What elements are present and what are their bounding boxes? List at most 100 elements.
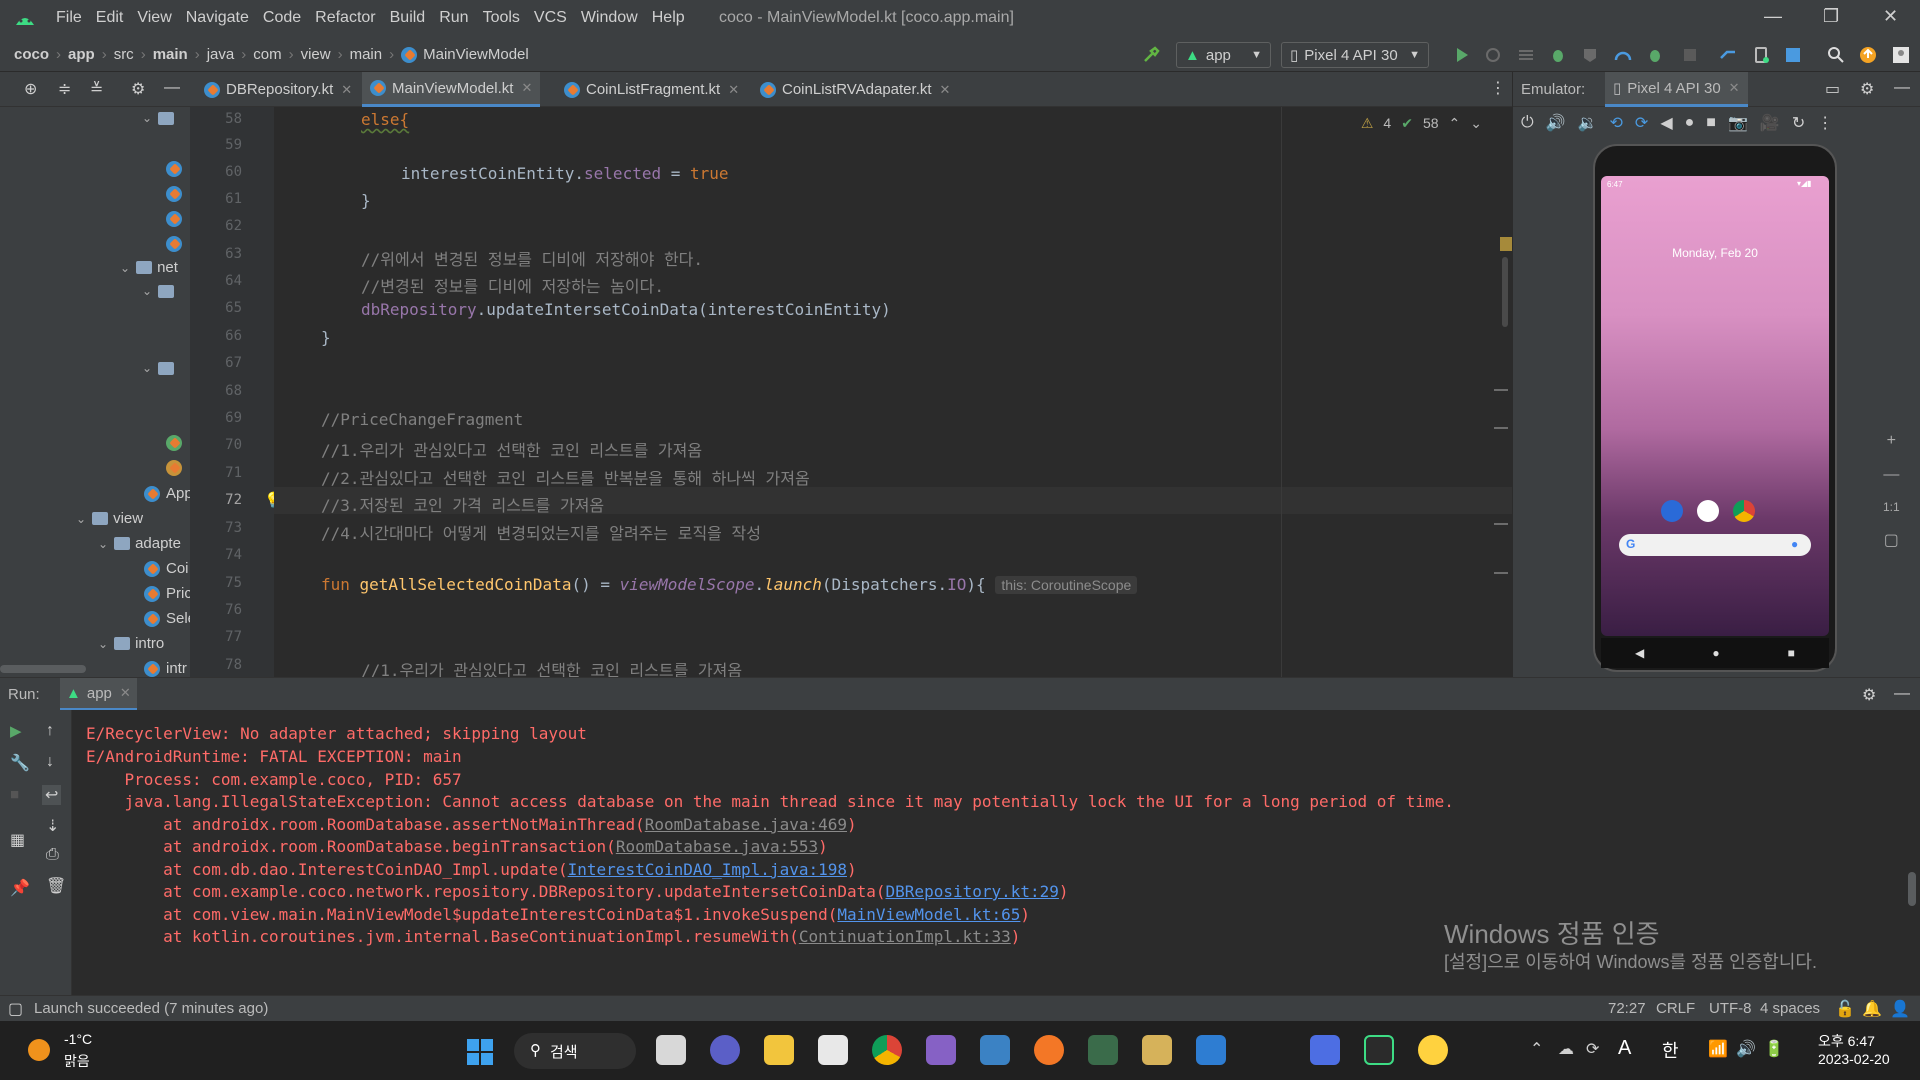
close-window-button[interactable]: ✕ <box>1883 6 1898 27</box>
search-icon[interactable] <box>1827 46 1845 64</box>
menu-edit[interactable]: Edit <box>96 9 124 27</box>
rerun-icon[interactable]: ▶ <box>10 722 22 740</box>
window-mode-icon[interactable]: ▭ <box>1825 79 1840 99</box>
weather-sun-icon[interactable] <box>28 1039 50 1061</box>
menu-vcs[interactable]: VCS <box>534 9 567 27</box>
chrome-app-icon[interactable] <box>1733 500 1755 522</box>
maximize-button[interactable]: ❐ <box>1823 6 1839 27</box>
apply-code-changes-icon[interactable] <box>1517 46 1535 64</box>
indent-setting[interactable]: 4 spaces <box>1760 1000 1820 1017</box>
rotate-left-icon[interactable]: ⟲ <box>1610 113 1623 133</box>
google-search-bar[interactable]: G ● <box>1619 534 1811 556</box>
breadcrumb-java[interactable]: java <box>207 46 235 63</box>
down-arrow-icon[interactable]: ↓ <box>46 753 54 771</box>
collapse-all-icon[interactable]: ≚ <box>90 79 103 99</box>
messages-app-icon[interactable] <box>1661 500 1683 522</box>
clock-time[interactable]: 오후 6:47 <box>1818 1031 1875 1051</box>
stop-icon[interactable]: ■ <box>10 786 19 803</box>
file-explorer-icon[interactable] <box>764 1035 794 1065</box>
close-icon[interactable]: ✕ <box>728 82 739 98</box>
breadcrumb-coco[interactable]: coco <box>14 46 49 63</box>
soft-wrap-icon[interactable]: ↩ <box>42 785 62 805</box>
layout-icon[interactable]: ▦ <box>10 830 25 850</box>
taskbar-search[interactable]: ⚲ 검색 <box>514 1033 636 1069</box>
snipping-tool-icon[interactable] <box>1088 1035 1118 1065</box>
device-screen[interactable]: 6:47 ▾◢▮ Monday, Feb 20 G ● <box>1601 176 1829 636</box>
file-encoding[interactable]: UTF-8 <box>1709 1000 1752 1017</box>
overview-icon[interactable]: ■ <box>1706 114 1716 132</box>
tree-folder-adapter[interactable]: ⌄ adapte <box>98 535 181 552</box>
horizontal-scrollbar[interactable] <box>0 665 86 673</box>
sync-gradle-icon[interactable] <box>1719 46 1737 64</box>
play-store-icon[interactable] <box>1697 500 1719 522</box>
tree-file-coi[interactable]: Coi <box>144 560 189 577</box>
breadcrumb-view[interactable]: view <box>301 46 331 63</box>
tree-folder-view[interactable]: ⌄ view <box>76 510 143 527</box>
notepad-icon[interactable] <box>980 1035 1010 1065</box>
line-separator[interactable]: CRLF <box>1656 1000 1695 1017</box>
build-hammer-icon[interactable] <box>1142 46 1160 64</box>
tab-coinlistrvadapater[interactable]: CoinListRVAdapater.kt ✕ <box>752 72 958 107</box>
tree-node[interactable]: ⌄ <box>142 111 179 125</box>
menu-run[interactable]: Run <box>439 9 468 27</box>
vertical-scrollbar[interactable] <box>1502 257 1508 327</box>
breadcrumb-com[interactable]: com <box>253 46 281 63</box>
remote-app-icon[interactable] <box>1196 1035 1226 1065</box>
volume-icon[interactable]: 🔊 <box>1736 1039 1756 1059</box>
hide-panel-icon[interactable]: — <box>164 79 180 97</box>
run-icon[interactable] <box>1453 46 1471 64</box>
tree-node[interactable]: ⌄ <box>142 361 179 375</box>
updates-icon[interactable] <box>1859 46 1877 64</box>
source-link[interactable]: RoomDatabase.java:469 <box>645 815 847 834</box>
panel-toggle-icon[interactable]: ▢ <box>8 999 23 1019</box>
tree-file-app[interactable]: App <box>144 485 190 502</box>
tree-node[interactable]: ⌄ <box>142 284 179 298</box>
visual-studio-icon[interactable] <box>926 1035 956 1065</box>
coverage-icon[interactable] <box>1581 46 1599 64</box>
chevron-up-icon[interactable]: ⌃ <box>1449 115 1461 132</box>
menu-view[interactable]: View <box>137 9 171 27</box>
vertical-scrollbar[interactable] <box>1908 872 1916 906</box>
tree-node[interactable] <box>166 211 188 227</box>
close-icon[interactable]: ✕ <box>120 685 131 701</box>
source-link[interactable]: RoomDatabase.java:553 <box>616 837 818 856</box>
breadcrumb-app[interactable]: app <box>68 46 95 63</box>
tree-folder-intro[interactable]: ⌄ intro <box>98 635 164 652</box>
attach-debugger-icon[interactable] <box>1647 46 1665 64</box>
more-options-icon[interactable]: ⋮ <box>1490 78 1506 98</box>
scroll-to-end-icon[interactable]: ⇣ <box>46 816 59 836</box>
copilot-icon[interactable] <box>1310 1035 1340 1065</box>
task-view-icon[interactable] <box>656 1035 686 1065</box>
device-manager-icon[interactable] <box>1752 46 1770 64</box>
tab-coinlistfragment[interactable]: CoinListFragment.kt ✕ <box>556 72 747 107</box>
menu-window[interactable]: Window <box>581 9 638 27</box>
chevron-up-icon[interactable]: ⌃ <box>1530 1039 1543 1059</box>
zoom-in-button[interactable]: + <box>1887 432 1896 450</box>
caret-position[interactable]: 72:27 <box>1608 1000 1646 1017</box>
close-icon[interactable]: ✕ <box>341 82 352 98</box>
close-icon[interactable]: ✕ <box>521 80 532 96</box>
debug-icon[interactable] <box>1549 46 1567 64</box>
minimize-button[interactable]: — <box>1764 6 1782 27</box>
sdk-manager-icon[interactable] <box>1784 46 1802 64</box>
target-icon[interactable]: ⊕ <box>24 79 37 99</box>
stop-icon[interactable] <box>1681 46 1699 64</box>
editor-app-icon[interactable] <box>1142 1035 1172 1065</box>
volume-up-icon[interactable]: 🔊 <box>1546 113 1566 133</box>
up-arrow-icon[interactable]: ↑ <box>46 722 54 740</box>
trash-icon[interactable]: 🗑 <box>46 876 66 896</box>
pin-icon[interactable]: 📌 <box>10 878 30 898</box>
tree-folder-net[interactable]: ⌄ net <box>120 259 178 276</box>
inspector-icon[interactable]: 👤 <box>1890 999 1910 1019</box>
breadcrumb-mainviewmodel[interactable]: MainViewModel <box>423 46 529 63</box>
expand-all-icon[interactable]: ≑ <box>58 79 71 99</box>
zoom-actual-size-button[interactable]: 1:1 <box>1883 500 1900 514</box>
tree-file-intr[interactable]: intr <box>144 660 187 677</box>
chevron-down-icon[interactable]: ⌄ <box>1470 115 1482 132</box>
tree-file-pric[interactable]: Pric <box>144 585 190 602</box>
menu-refactor[interactable]: Refactor <box>315 9 375 27</box>
print-icon[interactable]: ⎙ <box>46 846 59 864</box>
breadcrumb-main-pkg[interactable]: main <box>350 46 383 63</box>
tab-run-app[interactable]: ▲ app ✕ <box>60 678 137 711</box>
microsoft-store-icon[interactable] <box>818 1035 848 1065</box>
